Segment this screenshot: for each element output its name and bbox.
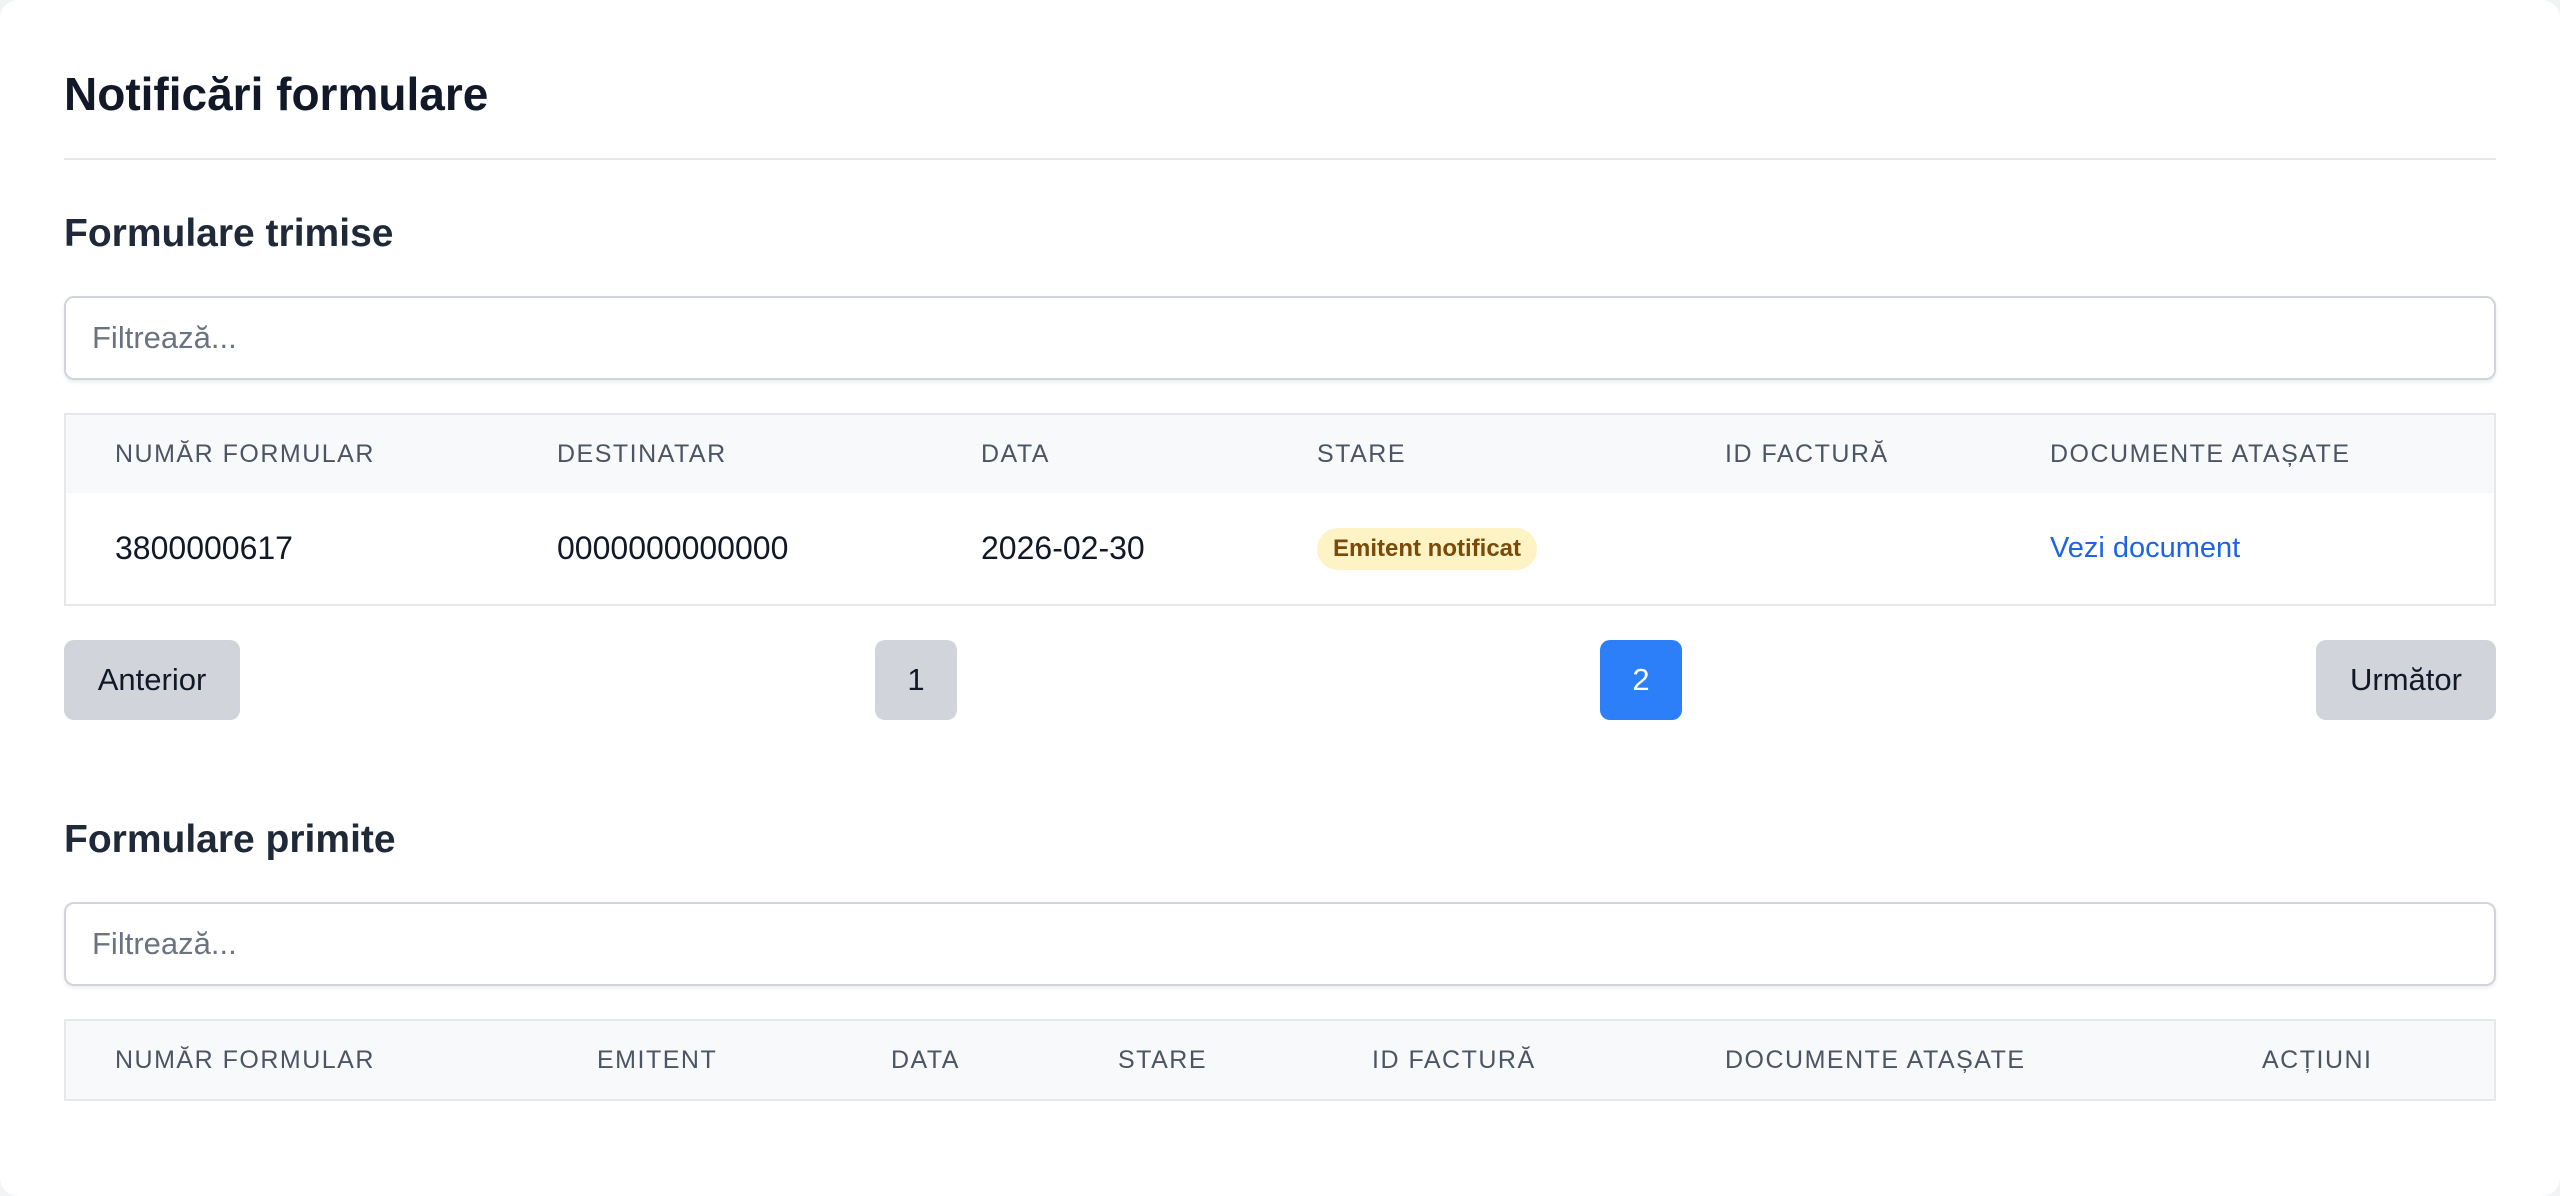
received-table: NUMĂR FORMULAR EMITENT DATA STARE ID FAC…	[64, 1019, 2496, 1101]
cell-numar-formular: 3800000617	[115, 530, 293, 566]
sent-section-title: Formulare trimise	[64, 212, 394, 255]
sent-filter-input[interactable]	[64, 296, 2496, 380]
received-table-header: NUMĂR FORMULAR EMITENT DATA STARE ID FAC…	[66, 1021, 2494, 1099]
next-page-button[interactable]: Următor	[2316, 640, 2496, 720]
sent-col-data[interactable]: DATA	[981, 415, 1050, 493]
notifications-card: Notificări formulare Formulare trimise N…	[0, 0, 2560, 1196]
page-2-button[interactable]: 2	[1600, 640, 1682, 720]
cell-data: 2026-02-30	[981, 530, 1145, 566]
received-col-emitent[interactable]: EMITENT	[597, 1021, 717, 1099]
prev-page-button[interactable]: Anterior	[64, 640, 240, 720]
cell-destinatar: 0000000000000	[557, 530, 789, 566]
sent-col-id-factura[interactable]: ID FACTURĂ	[1725, 415, 1889, 493]
sent-col-stare[interactable]: STARE	[1317, 415, 1406, 493]
status-badge: Emitent notificat	[1317, 528, 1538, 570]
sent-col-destinatar[interactable]: DESTINATAR	[557, 415, 727, 493]
page-1-button[interactable]: 1	[875, 640, 957, 720]
sent-col-numar[interactable]: NUMĂR FORMULAR	[115, 415, 375, 493]
received-col-data[interactable]: DATA	[891, 1021, 960, 1099]
view-document-link[interactable]: Vezi document	[2050, 493, 2240, 603]
sent-col-documente[interactable]: DOCUMENTE ATAȘATE	[2050, 415, 2351, 493]
sent-table: NUMĂR FORMULAR DESTINATAR DATA STARE ID …	[64, 413, 2496, 606]
received-col-actiuni[interactable]: ACȚIUNI	[2262, 1021, 2373, 1099]
received-col-documente[interactable]: DOCUMENTE ATAȘATE	[1725, 1021, 2026, 1099]
received-col-numar[interactable]: NUMĂR FORMULAR	[115, 1021, 375, 1099]
received-col-stare[interactable]: STARE	[1118, 1021, 1207, 1099]
title-divider	[64, 158, 2496, 160]
received-section-title: Formulare primite	[64, 818, 396, 861]
table-row: 3800000617 0000000000000 2026-02-30 Emit…	[66, 493, 2494, 603]
received-filter-input[interactable]	[64, 902, 2496, 986]
received-col-id-factura[interactable]: ID FACTURĂ	[1372, 1021, 1536, 1099]
sent-table-header: NUMĂR FORMULAR DESTINATAR DATA STARE ID …	[66, 415, 2494, 493]
page-title: Notificări formulare	[64, 68, 489, 120]
